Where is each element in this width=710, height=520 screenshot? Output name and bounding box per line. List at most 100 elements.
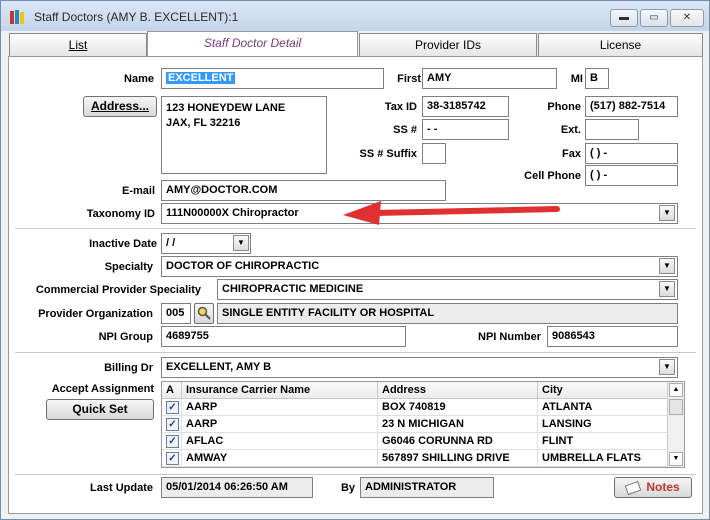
tab-provider-ids[interactable]: Provider IDs [359, 33, 537, 57]
address-line2: JAX, FL 32216 [166, 117, 241, 129]
ssn-field[interactable]: - - [422, 119, 509, 140]
detail-panel: Name EXCELLENT First AMY MI B Address...… [8, 56, 703, 514]
fax-label: Fax [562, 148, 581, 160]
checkbox[interactable]: ✓ [166, 452, 179, 465]
annotation-arrow [343, 201, 560, 225]
checkbox[interactable]: ✓ [166, 435, 179, 448]
npi-group-field[interactable]: 4689755 [161, 326, 406, 347]
npi-number-label: NPI Number [478, 331, 541, 343]
grid-header-city[interactable]: City [538, 382, 668, 399]
taxonomy-label: Taxonomy ID [86, 208, 155, 220]
chevron-down-icon[interactable]: ▼ [659, 359, 675, 375]
address-line1: 123 HONEYDEW LANE [166, 102, 286, 114]
phone-field[interactable]: (517) 882-7514 [585, 96, 678, 117]
grid-header-a[interactable]: A [162, 382, 182, 399]
divider [15, 228, 696, 229]
address-button-label: Address... [90, 99, 150, 113]
chevron-down-icon[interactable]: ▼ [659, 205, 675, 221]
grid-header-carrier[interactable]: Insurance Carrier Name [182, 382, 378, 399]
tab-license[interactable]: License [538, 33, 703, 57]
mi-label: MI [570, 73, 583, 85]
carrier-address: 23 N MICHIGAN [378, 416, 538, 433]
carrier-city: UMBRELLA FLATS [538, 450, 668, 467]
ext-field[interactable] [585, 119, 639, 140]
phone-label: Phone [547, 101, 581, 113]
tab-provider-ids-label: Provider IDs [414, 38, 482, 52]
mi-field[interactable]: B [585, 68, 609, 89]
fax-field[interactable]: ( ) - [585, 143, 678, 164]
taxid-label: Tax ID [384, 101, 417, 113]
address-button[interactable]: Address... [83, 96, 157, 117]
scroll-down-icon[interactable]: ▼ [669, 452, 683, 466]
email-label: E-mail [121, 185, 155, 197]
name-field[interactable]: EXCELLENT [161, 68, 384, 89]
cell-phone-field[interactable]: ( ) - [585, 165, 678, 186]
billing-dr-label: Billing Dr [104, 362, 153, 374]
maximize-button[interactable]: ▭ [640, 9, 668, 27]
table-row[interactable]: ✓ AARP BOX 740819 ATLANTA [162, 399, 668, 416]
tab-license-label: License [599, 38, 642, 52]
carrier-name: AFLAC [182, 433, 378, 450]
close-button[interactable]: ✕ [670, 9, 704, 27]
commercial-specialty-label: Commercial Provider Speciality [35, 284, 201, 296]
carrier-city: FLINT [538, 433, 668, 450]
inactive-date-label: Inactive Date [89, 238, 157, 250]
minimize-button[interactable]: ▬ [610, 9, 638, 27]
notes-icon [625, 480, 642, 495]
carrier-address: 567897 SHILLING DRIVE [378, 450, 538, 467]
last-update-label: Last Update [90, 482, 153, 494]
billing-dr-select[interactable]: EXCELLENT, AMY B [161, 357, 678, 378]
ssn-suffix-label: SS # Suffix [359, 148, 417, 160]
ssn-label: SS # [393, 124, 417, 136]
by-label: By [340, 482, 355, 494]
chevron-down-icon[interactable]: ▼ [659, 281, 675, 297]
table-row[interactable]: ✓ AMWAY 567897 SHILLING DRIVE UMBRELLA F… [162, 450, 668, 467]
name-label: Name [124, 73, 154, 85]
carrier-name: AARP [182, 416, 378, 433]
insurance-grid: A Insurance Carrier Name Address City ✓ … [161, 381, 685, 468]
ssn-suffix-field[interactable] [422, 143, 446, 164]
table-row[interactable]: ✓ AFLAC G6046 CORUNNA RD FLINT [162, 433, 668, 450]
divider [15, 352, 696, 353]
provider-org-code[interactable]: 005 [161, 303, 191, 324]
provider-org-name: SINGLE ENTITY FACILITY OR HOSPITAL [217, 303, 678, 324]
npi-number-field[interactable]: 9086543 [547, 326, 678, 347]
staff-doctors-window: Staff Doctors (AMY B. EXCELLENT):1 ▬ ▭ ✕… [0, 0, 710, 520]
last-update-field: 05/01/2014 06:26:50 AM [161, 477, 313, 498]
window-title: Staff Doctors (AMY B. EXCELLENT):1 [34, 10, 239, 24]
search-button[interactable] [194, 303, 214, 324]
name-value: EXCELLENT [166, 72, 236, 84]
npi-group-label: NPI Group [98, 331, 153, 343]
notes-label: Notes [646, 480, 680, 494]
chevron-down-icon[interactable]: ▼ [233, 235, 249, 251]
grid-header-address[interactable]: Address [378, 382, 538, 399]
commercial-specialty-select[interactable]: CHIROPRACTIC MEDICINE [217, 279, 678, 300]
table-row[interactable]: ✓ AARP 23 N MICHIGAN LANSING [162, 416, 668, 433]
carrier-address: G6046 CORUNNA RD [378, 433, 538, 450]
tab-staff-doctor-detail[interactable]: Staff Doctor Detail [147, 31, 358, 57]
quick-set-button[interactable]: Quick Set [46, 399, 154, 420]
title-bar[interactable]: Staff Doctors (AMY B. EXCELLENT):1 ▬ ▭ ✕ [1, 1, 709, 31]
first-label: First [397, 73, 421, 85]
carrier-name: AMWAY [182, 450, 378, 467]
grid-scrollbar[interactable]: ▲ ▼ [667, 382, 684, 467]
tab-list[interactable]: List [9, 33, 147, 57]
cell-phone-label: Cell Phone [524, 170, 581, 182]
carrier-address: BOX 740819 [378, 399, 538, 416]
tab-detail-label: Staff Doctor Detail [203, 36, 302, 50]
carrier-city: ATLANTA [538, 399, 668, 416]
chevron-down-icon[interactable]: ▼ [659, 258, 675, 274]
checkbox[interactable]: ✓ [166, 418, 179, 431]
carrier-city: LANSING [538, 416, 668, 433]
taxid-field[interactable]: 38-3185742 [422, 96, 509, 117]
scroll-thumb[interactable] [669, 399, 683, 415]
address-box[interactable]: 123 HONEYDEW LANE JAX, FL 32216 [161, 96, 327, 174]
scroll-up-icon[interactable]: ▲ [669, 383, 683, 397]
checkbox[interactable]: ✓ [166, 401, 179, 414]
provider-org-label: Provider Organization [38, 308, 153, 320]
first-field[interactable]: AMY [422, 68, 557, 89]
specialty-select[interactable]: DOCTOR OF CHIROPRACTIC [161, 256, 678, 277]
notes-button[interactable]: Notes [614, 477, 692, 498]
by-field: ADMINISTRATOR [360, 477, 494, 498]
ext-label: Ext. [560, 124, 581, 136]
